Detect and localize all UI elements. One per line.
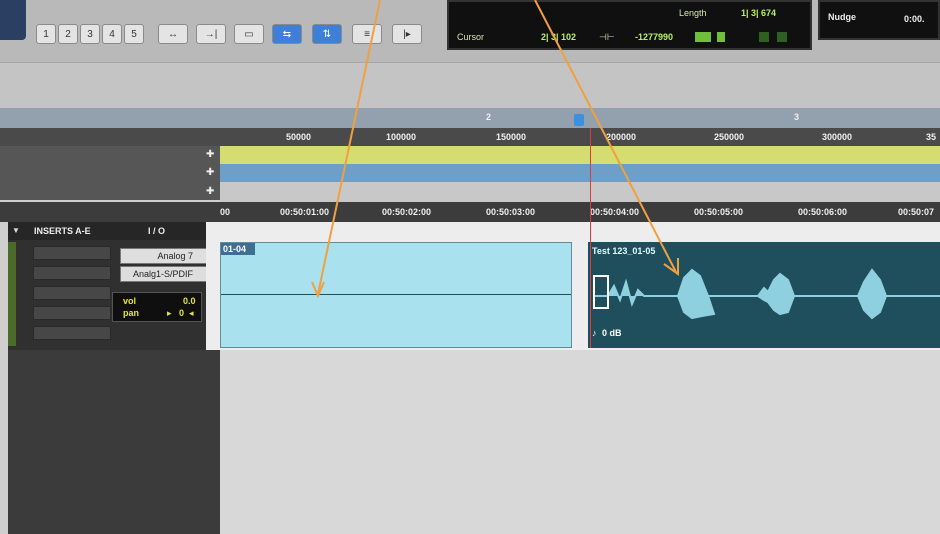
annotation-arrow-2 bbox=[534, 0, 677, 273]
arrowhead-1 bbox=[311, 281, 325, 299]
annotation-arrows bbox=[311, 0, 679, 299]
annotation-arrow-1 bbox=[317, 0, 381, 295]
